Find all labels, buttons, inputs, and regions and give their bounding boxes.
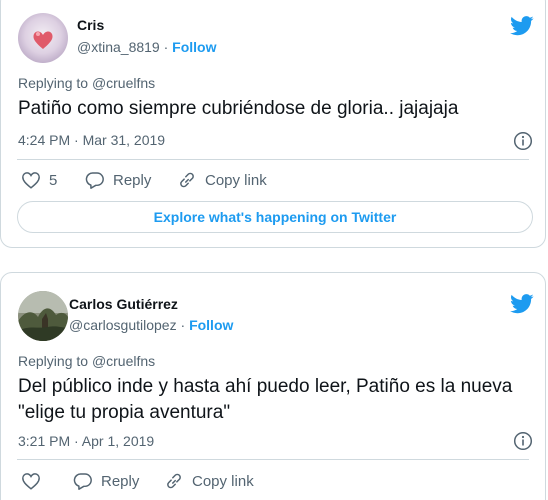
copy-link-button[interactable]: Copy link <box>164 472 254 490</box>
like-button[interactable] <box>21 472 49 490</box>
replying-prefix: Replying to <box>18 75 92 91</box>
replying-to-line: Replying to @cruelfns <box>18 75 155 91</box>
author-name[interactable]: Cris <box>77 17 104 33</box>
tweet-timestamp[interactable]: 3:21 PM · Apr 1, 2019 <box>18 433 154 449</box>
avatar[interactable] <box>18 13 68 63</box>
copy-link-label: Copy link <box>205 171 267 189</box>
reply-label: Reply <box>101 472 140 490</box>
like-count: 5 <box>49 171 58 189</box>
separator-dot: · <box>163 39 169 55</box>
replying-to-line: Replying to @cruelfns <box>18 353 155 369</box>
replying-to-handle[interactable]: @cruelfns <box>92 353 155 369</box>
reply-bubble-icon <box>73 473 92 490</box>
author-handle[interactable]: @carlosgutilopez <box>69 317 177 333</box>
tweet-card: Cris @xtina_8819 · Follow Replying to @c… <box>0 0 546 248</box>
like-button[interactable]: 5 <box>21 171 57 189</box>
reply-button[interactable]: Reply <box>73 472 139 490</box>
divider <box>17 159 529 160</box>
tweet-text: Del público inde y hasta ahí puedo leer,… <box>18 376 513 423</box>
explore-twitter-button[interactable]: Explore what's happening on Twitter <box>17 201 533 233</box>
heart-icon <box>22 172 40 189</box>
link-icon <box>167 473 181 489</box>
link-icon <box>180 172 194 188</box>
reply-label: Reply <box>113 171 152 189</box>
replying-prefix: Replying to <box>18 353 92 369</box>
copy-link-label: Copy link <box>192 472 254 490</box>
info-icon[interactable] <box>513 431 533 451</box>
tweet-text: Patiño como siempre cubriéndose de glori… <box>18 98 459 119</box>
replying-to-handle[interactable]: @cruelfns <box>92 75 155 91</box>
follow-button[interactable]: Follow <box>189 317 233 333</box>
separator-dot: · <box>180 317 186 333</box>
author-handle-line: @carlosgutilopez · Follow <box>69 317 233 333</box>
author-handle[interactable]: @xtina_8819 <box>77 39 160 55</box>
reply-button[interactable]: Reply <box>85 171 151 189</box>
tweet-timestamp[interactable]: 4:24 PM · Mar 31, 2019 <box>18 132 165 148</box>
tweet-card: Carlos Gutiérrez @carlosgutilopez · Foll… <box>0 272 546 500</box>
avatar[interactable] <box>18 291 68 341</box>
author-name[interactable]: Carlos Gutiérrez <box>69 296 178 312</box>
author-handle-line: @xtina_8819 · Follow <box>77 39 217 55</box>
twitter-bird-icon[interactable] <box>510 293 534 315</box>
info-icon[interactable] <box>513 131 533 151</box>
heart-icon <box>22 473 40 490</box>
copy-link-button[interactable]: Copy link <box>177 171 267 189</box>
divider <box>17 459 529 460</box>
reply-bubble-icon <box>85 172 104 189</box>
twitter-bird-icon[interactable] <box>510 15 534 37</box>
follow-button[interactable]: Follow <box>172 39 216 55</box>
